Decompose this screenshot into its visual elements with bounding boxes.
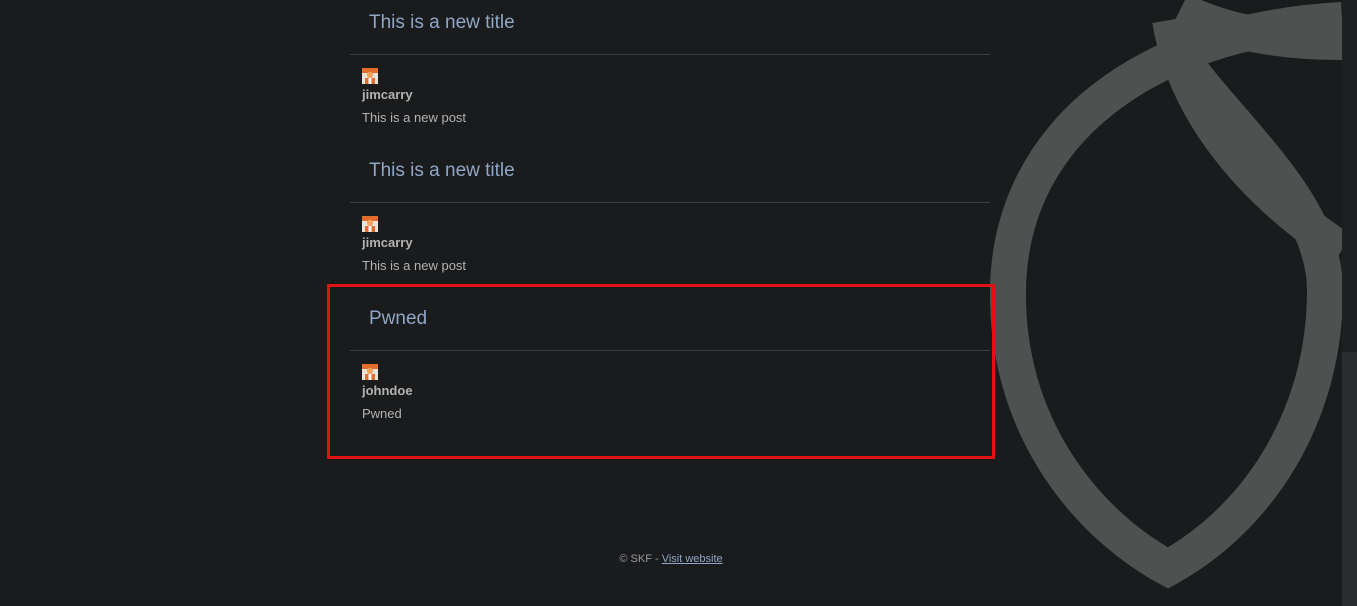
user-avatar-icon [362, 216, 378, 232]
post-title: Pwned [369, 308, 428, 329]
post-author: jimcarry [362, 235, 413, 250]
footer: © SKF - Visit website [0, 553, 1342, 565]
visit-website-link[interactable]: Visit website [662, 553, 723, 565]
footer-copyright: © SKF - [619, 553, 659, 565]
user-avatar-icon [362, 68, 378, 84]
post-body: This is a new post [362, 110, 467, 125]
post-divider [350, 202, 990, 203]
user-avatar-icon [362, 364, 378, 380]
post-divider [350, 54, 990, 55]
post-author: jimcarry [362, 87, 413, 102]
post-title: This is a new title [369, 12, 515, 33]
post-feed: This is a new title jimcarry This is a n… [350, 0, 990, 444]
post-card: This is a new title jimcarry This is a n… [350, 148, 990, 296]
post-title: This is a new title [369, 160, 515, 181]
post-card: Pwned johndoe Pwned [350, 296, 990, 444]
page: This is a new title jimcarry This is a n… [0, 0, 1357, 606]
post-body: This is a new post [362, 258, 467, 273]
post-card: This is a new title jimcarry This is a n… [350, 0, 990, 148]
scrollbar-thumb[interactable] [1342, 352, 1357, 606]
post-body: Pwned [362, 406, 402, 421]
post-divider [350, 350, 990, 351]
post-author: johndoe [362, 383, 413, 398]
